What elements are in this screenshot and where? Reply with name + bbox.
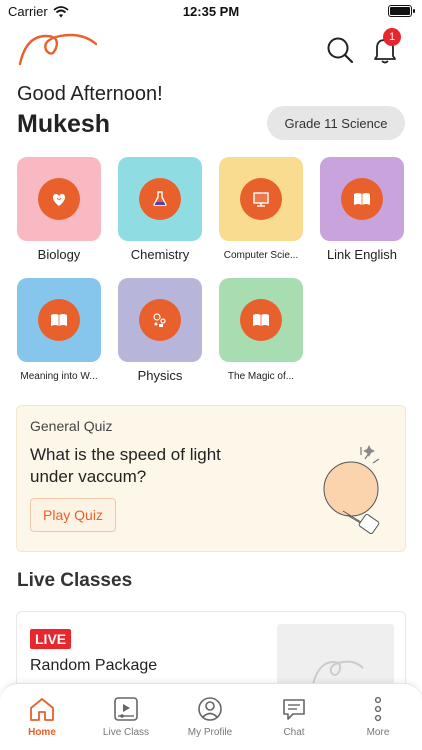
lightbulb-icon	[323, 445, 380, 535]
search-icon[interactable]	[326, 36, 354, 64]
subject-icon-circle	[38, 299, 80, 341]
subject-label: Computer Scie...	[223, 250, 299, 261]
status-bar: Carrier 12:35 PM	[0, 0, 422, 24]
chat-icon	[283, 699, 305, 720]
subject-card[interactable]: Physics	[118, 278, 202, 383]
subject-card[interactable]: The Magic of...	[219, 278, 303, 382]
subject-tile	[219, 157, 303, 241]
bottom-navigation: Home Live Class My Profile Chat More	[0, 683, 422, 750]
subject-label: Biology	[37, 247, 81, 262]
book-icon	[51, 314, 67, 326]
subject-icon-circle	[240, 178, 282, 220]
subject-card[interactable]: Chemistry	[118, 157, 202, 262]
profile-icon	[198, 697, 222, 721]
nav-home-label: Home	[28, 727, 56, 738]
live-package-name: Random Package	[30, 657, 158, 674]
subject-card[interactable]: Biology	[17, 157, 101, 262]
live-classes-heading: Live Classes	[17, 570, 133, 591]
nav-more[interactable]: More	[343, 696, 413, 746]
quiz-title: General Quiz	[30, 418, 113, 434]
subject-tile	[219, 278, 303, 362]
subject-icon-circle	[139, 178, 181, 220]
subject-tile	[320, 157, 404, 241]
play-quiz-button[interactable]: Play Quiz	[30, 498, 116, 532]
subject-tile	[17, 157, 101, 241]
notification-badge: 1	[383, 28, 401, 46]
nav-my-profile[interactable]: My Profile	[175, 696, 245, 746]
nav-my-profile-label: My Profile	[187, 727, 233, 738]
heart-icon	[52, 194, 66, 206]
nav-chat[interactable]: Chat	[259, 696, 329, 746]
greeting-text: Good Afternoon!	[17, 83, 163, 105]
nav-live-class-label: Live Class	[102, 727, 150, 738]
grade-selector-button[interactable]: Grade 11 Science	[267, 106, 405, 140]
physics-icon	[153, 313, 166, 327]
subject-label: The Magic of...	[227, 371, 295, 382]
user-name: Mukesh	[17, 110, 111, 138]
nav-more-label: More	[366, 727, 390, 738]
subject-label: Physics	[137, 368, 183, 383]
live-class-icon	[114, 697, 138, 721]
subject-tile	[118, 157, 202, 241]
subject-label: Link English	[326, 247, 398, 262]
status-time: 12:35 PM	[182, 4, 240, 19]
subject-icon-circle	[341, 178, 383, 220]
nav-home[interactable]: Home	[7, 696, 77, 746]
flask-icon	[153, 191, 167, 206]
subject-tile	[17, 278, 101, 362]
nav-chat-label: Chat	[283, 727, 305, 738]
book-icon	[253, 314, 269, 326]
general-quiz-card: General Quiz What is the speed of light …	[16, 405, 406, 552]
subject-card[interactable]: Meaning into W...	[17, 278, 101, 382]
subject-icon-circle	[139, 299, 181, 341]
subject-card[interactable]: Link English	[320, 157, 404, 262]
subject-icon-circle	[38, 178, 80, 220]
more-icon	[374, 696, 382, 722]
home-icon	[30, 698, 54, 721]
app-logo	[18, 33, 98, 66]
subject-label: Meaning into W...	[20, 371, 98, 382]
monitor-icon	[253, 192, 269, 207]
battery-icon	[388, 5, 415, 17]
quiz-question: What is the speed of light under vaccum?	[30, 445, 221, 486]
subject-icon-circle	[240, 299, 282, 341]
subject-card[interactable]: Computer Scie...	[219, 157, 303, 261]
live-badge: LIVE	[30, 629, 72, 649]
subject-tile	[118, 278, 202, 362]
book-icon	[354, 193, 370, 205]
nav-live-class[interactable]: Live Class	[91, 696, 161, 746]
subject-label: Chemistry	[130, 247, 190, 262]
